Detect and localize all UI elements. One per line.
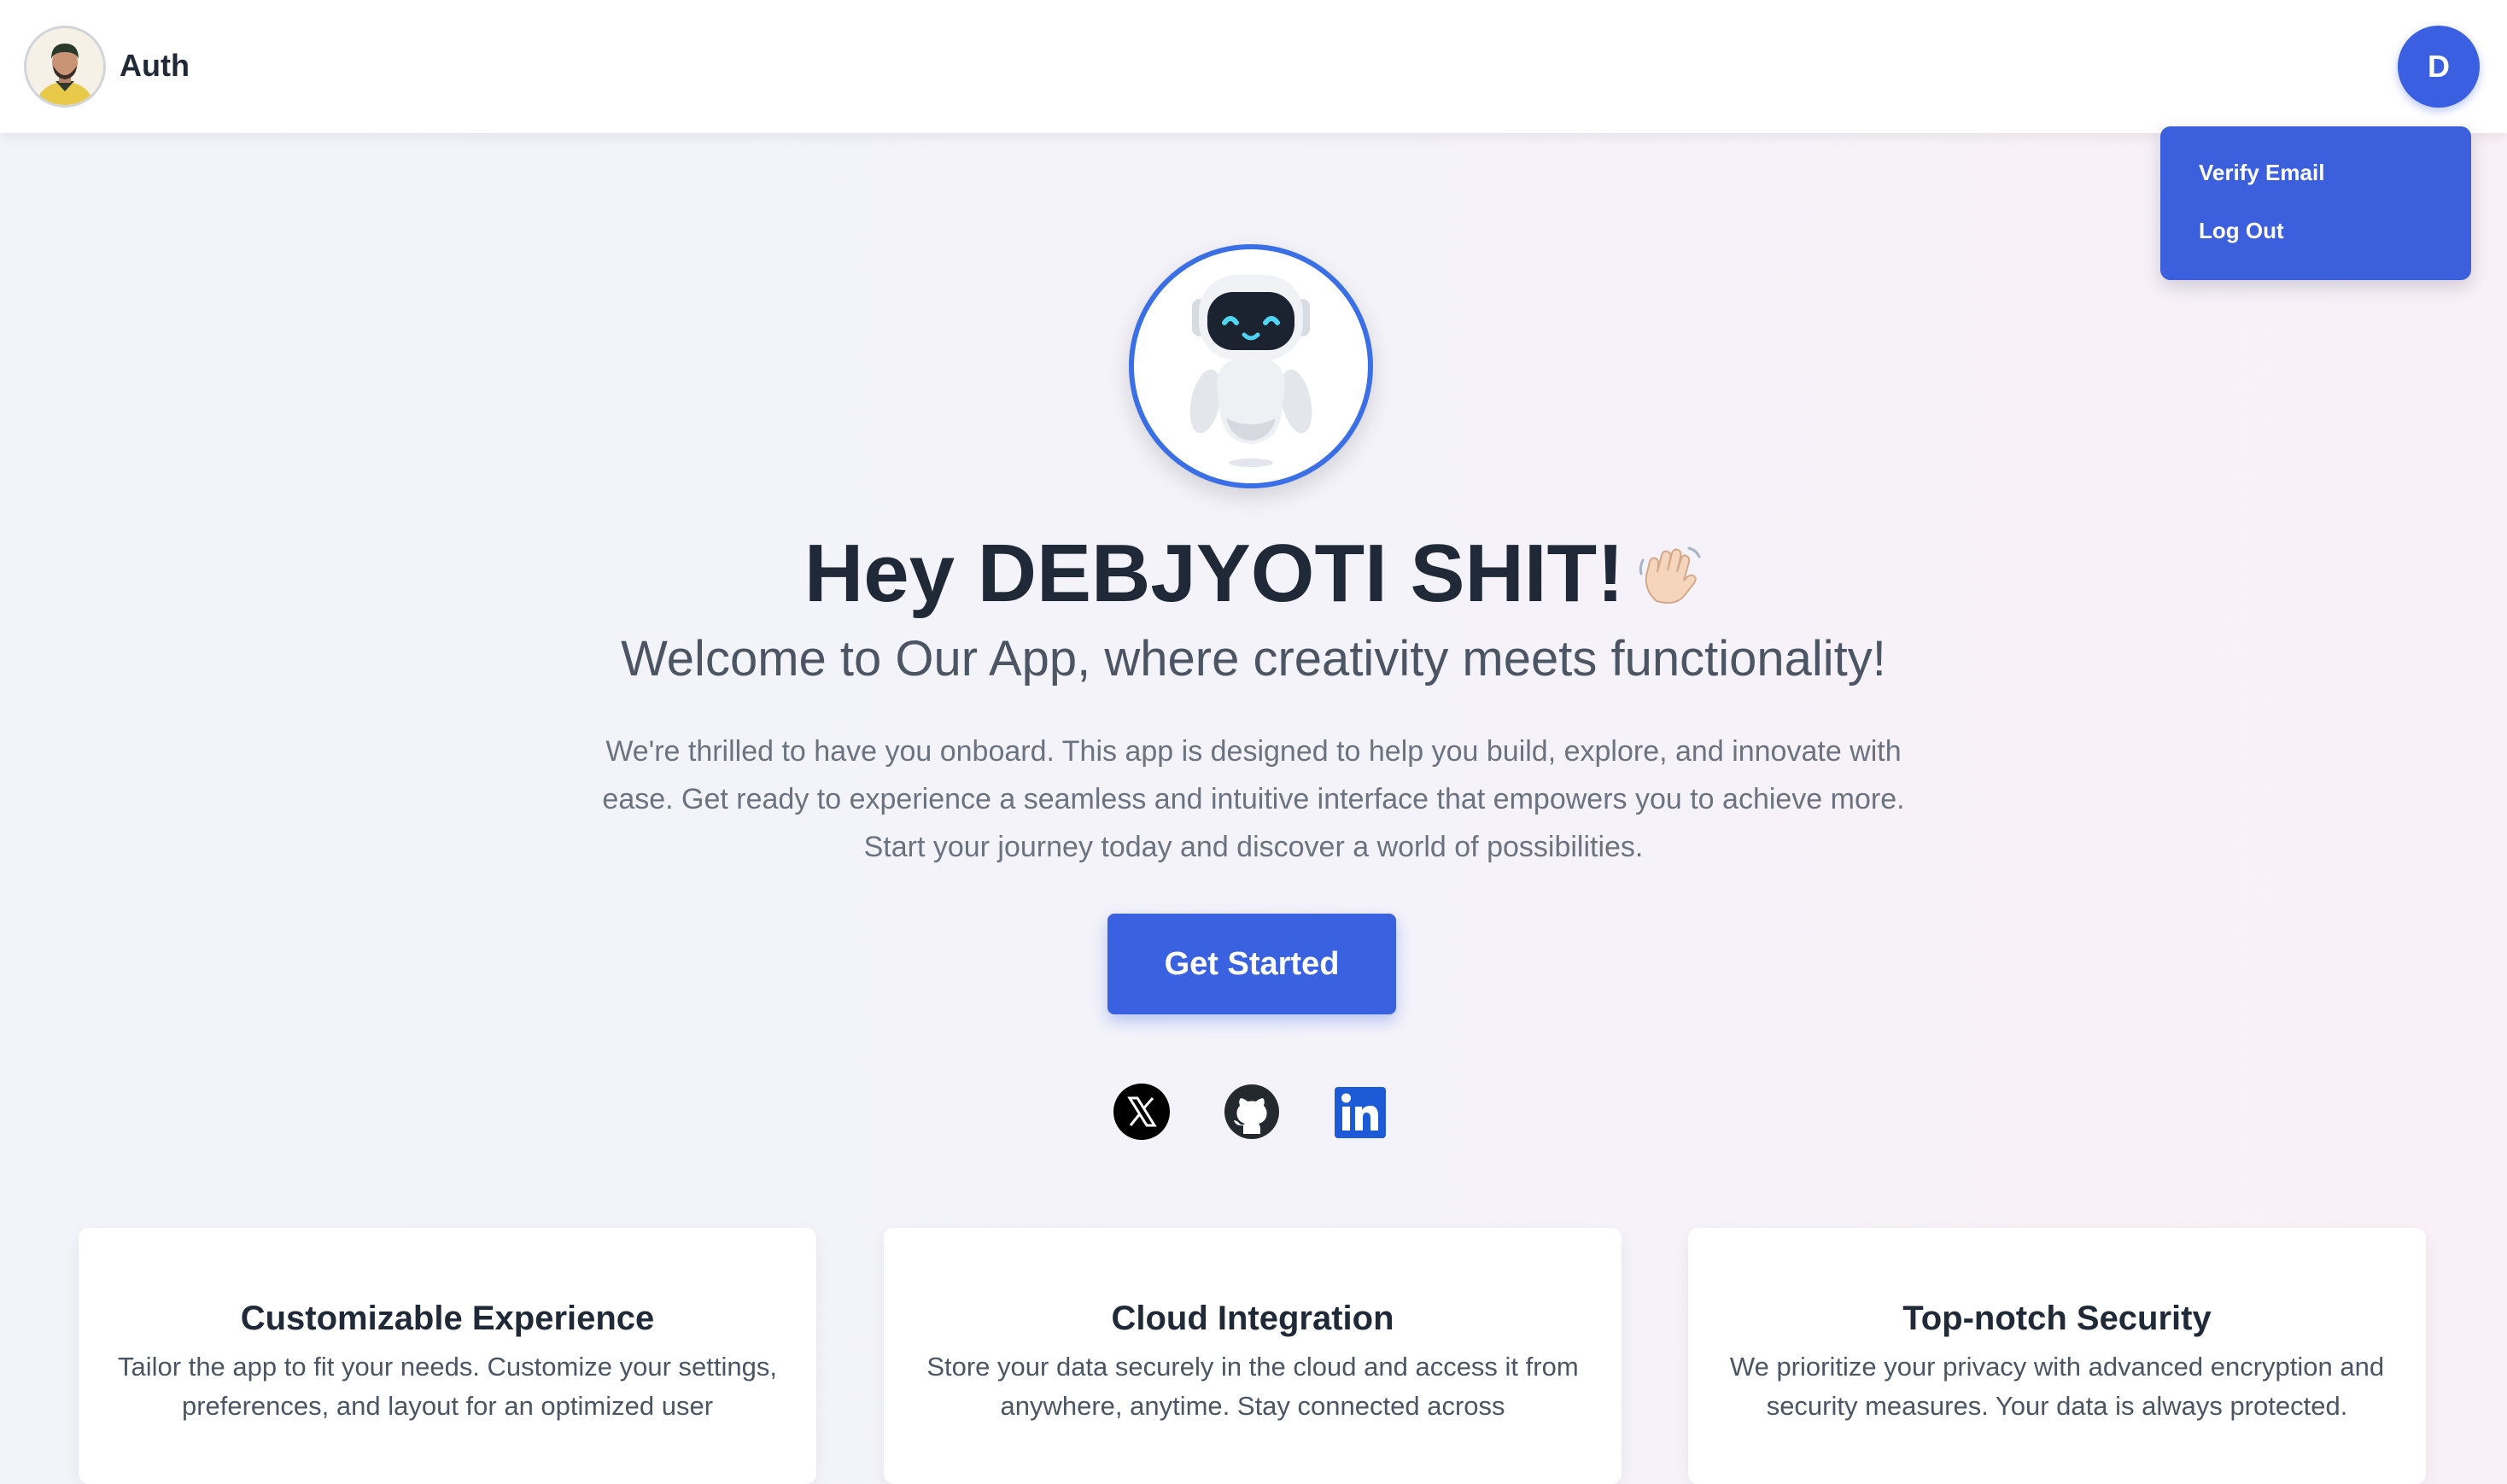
github-icon <box>1224 1084 1279 1139</box>
x-icon <box>1113 1084 1170 1140</box>
person-photo-icon <box>26 28 103 105</box>
linkedin-link[interactable] <box>1334 1086 1387 1139</box>
feature-card: Customizable Experience Tailor the app t… <box>79 1228 816 1484</box>
logo-avatar[interactable] <box>24 26 106 108</box>
feature-card-title: Cloud Integration <box>1111 1300 1394 1337</box>
user-avatar-button[interactable]: D <box>2398 26 2480 108</box>
waving-hand-icon <box>1639 546 1701 604</box>
user-dropdown-menu: Verify Email Log Out <box>2160 126 2471 280</box>
navbar: Auth D <box>0 0 2507 133</box>
linkedin-icon <box>1335 1087 1386 1138</box>
log-out-menu-item[interactable]: Log Out <box>2160 212 2471 270</box>
hero-subtitle: Welcome to Our App, where creativity mee… <box>621 631 1886 686</box>
x-link[interactable] <box>1113 1083 1171 1141</box>
github-link[interactable] <box>1223 1083 1281 1141</box>
feature-card-text: Tailor the app to fit your needs. Custom… <box>118 1352 777 1421</box>
feature-card-title: Customizable Experience <box>240 1300 655 1337</box>
feature-card: Top-notch Security We prioritize your pr… <box>1688 1228 2426 1484</box>
hero-description: We're thrilled to have you onboard. This… <box>602 735 1905 863</box>
feature-card-text: Store your data securely in the cloud an… <box>926 1352 1579 1421</box>
feature-card-title: Top-notch Security <box>1902 1300 2212 1337</box>
hero-title-text: Hey DEBJYOTI SHIT! <box>804 528 1625 619</box>
get-started-button[interactable]: Get Started <box>1107 914 1396 1014</box>
verify-email-menu-item[interactable]: Verify Email <box>2160 154 2471 212</box>
hero-greeting: Hey DEBJYOTI SHIT! <box>0 523 2507 625</box>
feature-card-text: We prioritize your privacy with advanced… <box>1729 1352 2385 1421</box>
robot-hero-image <box>1129 244 1373 488</box>
app-logo-text[interactable]: Auth <box>120 44 190 87</box>
feature-card: Cloud Integration Store your data secure… <box>884 1228 1622 1484</box>
robot-icon <box>1189 275 1312 467</box>
